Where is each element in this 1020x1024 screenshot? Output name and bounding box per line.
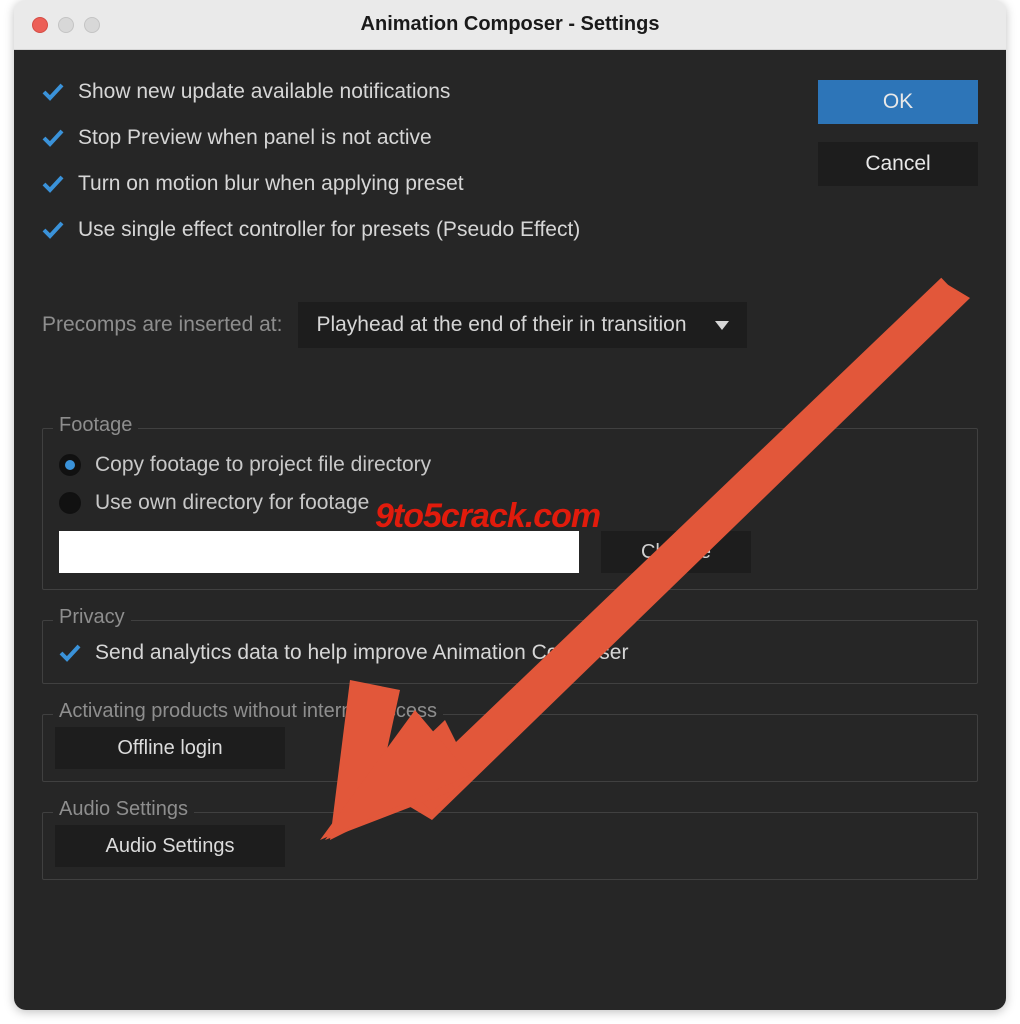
settings-window: Animation Composer - Settings Show new u… bbox=[14, 0, 1006, 1010]
window-title: Animation Composer - Settings bbox=[14, 13, 1006, 36]
check-analytics[interactable]: Send analytics data to help improve Anim… bbox=[59, 641, 961, 665]
check-label: Show new update available notifications bbox=[78, 80, 450, 104]
audio-settings-button[interactable]: Audio Settings bbox=[55, 825, 285, 867]
check-stop-preview[interactable]: Stop Preview when panel is not active bbox=[42, 126, 818, 150]
close-window-icon[interactable] bbox=[32, 17, 48, 33]
footage-option-own[interactable]: Use own directory for footage bbox=[59, 491, 961, 515]
activating-legend: Activating products without internet acc… bbox=[53, 700, 443, 723]
checkmark-icon bbox=[59, 642, 81, 664]
precomp-row: Precomps are inserted at: Playhead at th… bbox=[42, 302, 978, 348]
cancel-label: Cancel bbox=[865, 152, 930, 176]
activating-group: Activating products without internet acc… bbox=[42, 714, 978, 782]
minimize-window-icon[interactable] bbox=[58, 17, 74, 33]
check-label: Send analytics data to help improve Anim… bbox=[95, 641, 628, 665]
check-label: Turn on motion blur when applying preset bbox=[78, 172, 464, 196]
dropdown-selected: Playhead at the end of their in transiti… bbox=[316, 313, 686, 337]
check-label: Stop Preview when panel is not active bbox=[78, 126, 432, 150]
audio-settings-label: Audio Settings bbox=[106, 835, 235, 858]
footage-option-copy[interactable]: Copy footage to project file directory bbox=[59, 453, 961, 477]
zoom-window-icon[interactable] bbox=[84, 17, 100, 33]
privacy-group: Privacy Send analytics data to help impr… bbox=[42, 620, 978, 684]
change-label: Change bbox=[641, 541, 711, 564]
ok-label: OK bbox=[883, 90, 913, 114]
checkmark-icon bbox=[42, 127, 64, 149]
privacy-legend: Privacy bbox=[53, 606, 131, 629]
check-motion-blur[interactable]: Turn on motion blur when applying preset bbox=[42, 172, 818, 196]
precomp-label: Precomps are inserted at: bbox=[42, 313, 282, 337]
radio-label: Copy footage to project file directory bbox=[95, 453, 431, 477]
offline-login-button[interactable]: Offline login bbox=[55, 727, 285, 769]
checkmark-icon bbox=[42, 219, 64, 241]
audio-legend: Audio Settings bbox=[53, 798, 194, 821]
offline-login-label: Offline login bbox=[117, 737, 222, 760]
titlebar: Animation Composer - Settings bbox=[14, 0, 1006, 50]
ok-button[interactable]: OK bbox=[818, 80, 978, 124]
general-checks: Show new update available notifications … bbox=[42, 80, 818, 264]
change-button[interactable]: Change bbox=[601, 531, 751, 573]
checkmark-icon bbox=[42, 81, 64, 103]
audio-group: Audio Settings Audio Settings bbox=[42, 812, 978, 880]
footage-path-input[interactable] bbox=[59, 531, 579, 573]
check-pseudo-effect[interactable]: Use single effect controller for presets… bbox=[42, 218, 818, 242]
window-controls bbox=[14, 17, 100, 33]
chevron-down-icon bbox=[715, 313, 729, 337]
radio-label: Use own directory for footage bbox=[95, 491, 369, 515]
footage-group: Footage Copy footage to project file dir… bbox=[42, 428, 978, 590]
settings-content: Show new update available notifications … bbox=[14, 50, 1006, 1010]
radio-icon bbox=[59, 492, 81, 514]
radio-selected-icon bbox=[59, 454, 81, 476]
checkmark-icon bbox=[42, 173, 64, 195]
cancel-button[interactable]: Cancel bbox=[818, 142, 978, 186]
check-label: Use single effect controller for presets… bbox=[78, 218, 580, 242]
footage-legend: Footage bbox=[53, 414, 138, 437]
check-update-notifications[interactable]: Show new update available notifications bbox=[42, 80, 818, 104]
precomp-dropdown[interactable]: Playhead at the end of their in transiti… bbox=[298, 302, 746, 348]
